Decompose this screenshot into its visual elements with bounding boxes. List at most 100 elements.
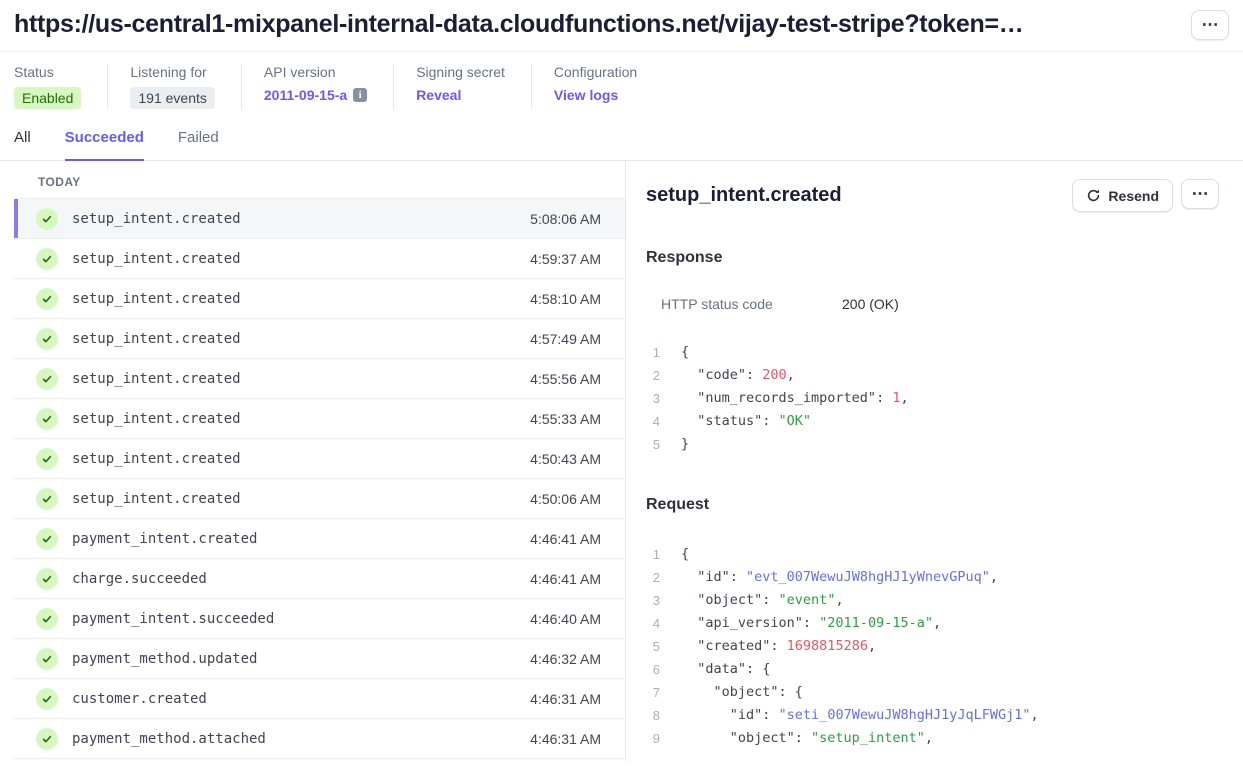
code-line: 1{ [646,543,1219,566]
success-check-icon [36,408,58,430]
code-line: 3 "object": "event", [646,589,1219,612]
summary-item-link[interactable]: Reveal [416,87,461,103]
event-list: setup_intent.created5:08:06 AMsetup_inte… [14,199,625,759]
main-content: TODAY setup_intent.created5:08:06 AMsetu… [0,161,1243,761]
event-time: 4:46:31 AM [530,691,601,707]
event-detail-title: setup_intent.created [646,184,842,207]
resend-refresh-icon [1086,188,1101,203]
success-check-icon [36,208,58,230]
line-number: 3 [646,387,660,410]
line-number: 4 [646,612,660,635]
code-line: 4 "status": "OK" [646,410,1219,433]
success-check-icon [36,368,58,390]
summary-item-label: Configuration [554,64,637,80]
line-number: 1 [646,341,660,364]
event-row[interactable]: payment_method.attached4:46:31 AM [14,719,625,759]
summary-item-listening-for: Listening for191 events [107,64,241,109]
event-time: 4:46:41 AM [530,531,601,547]
event-name: setup_intent.created [72,291,241,307]
response-code-block: 1{2 "code": 200,3 "num_records_imported"… [646,341,1219,456]
tab-failed[interactable]: Failed [178,129,219,161]
summary-item-label: Status [14,64,81,80]
event-name: setup_intent.created [72,451,241,467]
event-name: charge.succeeded [72,571,207,587]
code-line: 1{ [646,341,1219,364]
success-check-icon [36,648,58,670]
event-row[interactable]: setup_intent.created 4:50:43 AM [14,439,625,479]
event-time: 4:50:43 AM [530,451,601,467]
summary-item-label: Signing secret [416,64,505,80]
code-line: 7 "object": { [646,681,1219,704]
event-name: setup_intent.created [72,411,241,427]
event-name: setup_intent.created [72,491,241,507]
event-row[interactable]: setup_intent.created5:08:06 AM [14,199,625,239]
line-number: 3 [646,589,660,612]
code-line: 2 "id": "evt_007WewuJW8hgHJ1yWnevGPuq", [646,566,1219,589]
summary-item-link[interactable]: View logs [554,87,618,103]
event-row[interactable]: payment_intent.created 4:46:41 AM [14,519,625,559]
line-number: 9 [646,727,660,750]
event-row[interactable]: setup_intent.created 4:55:33 AM [14,399,625,439]
resend-button[interactable]: Resend [1072,179,1173,212]
event-time: 4:55:33 AM [530,411,601,427]
http-status-label: HTTP status code [661,296,842,312]
tab-all[interactable]: All [14,129,31,161]
event-row[interactable]: setup_intent.created4:57:49 AM [14,319,625,359]
summary-item-api-version: API version 2011-09-15-a i [241,64,393,109]
event-time: 4:50:06 AM [530,491,601,507]
success-check-icon [36,608,58,630]
success-check-icon [36,528,58,550]
code-line: 5} [646,433,1219,456]
info-icon[interactable]: i [353,88,367,102]
line-number: 2 [646,364,660,387]
event-row[interactable]: charge.succeeded 4:46:41 AM [14,559,625,599]
event-filter-tabs: All Succeeded Failed [0,123,1243,161]
line-number: 6 [646,658,660,681]
code-line: 9 "object": "setup_intent", [646,727,1219,750]
code-line: 8 "id": "seti_007WewuJW8hgHJ1yJqLFWGj1", [646,704,1219,727]
line-number: 7 [646,681,660,704]
webhook-endpoint-url-title: https://us-central1-mixpanel-internal-da… [14,10,1023,39]
request-code-block: 1{2 "id": "evt_007WewuJW8hgHJ1yWnevGPuq"… [646,543,1219,750]
event-name: setup_intent.created [72,211,241,227]
event-name: setup_intent.created [72,371,241,387]
detail-more-button[interactable]: ⋯ [1181,179,1219,209]
success-check-icon [36,288,58,310]
summary-item-status: StatusEnabled [14,64,107,109]
success-check-icon [36,728,58,750]
http-status-value: 200 (OK) [842,296,899,312]
event-detail-panel: setup_intent.created Resend ⋯ Response H… [626,161,1243,761]
event-time: 4:58:10 AM [530,291,601,307]
code-line: 2 "code": 200, [646,364,1219,387]
code-line: 5 "created": 1698815286, [646,635,1219,658]
summary-item-label: API version [264,64,367,80]
event-name: payment_intent.created [72,531,257,547]
line-number: 4 [646,410,660,433]
event-time: 4:46:32 AM [530,651,601,667]
event-list-panel: TODAY setup_intent.created5:08:06 AMsetu… [0,161,626,761]
event-group-header: TODAY [14,161,625,199]
line-number: 8 [646,704,660,727]
success-check-icon [36,328,58,350]
line-number: 5 [646,433,660,456]
header-more-button[interactable]: ⋯ [1191,10,1229,40]
summary-item-badge: 191 events [130,87,215,109]
event-time: 4:59:37 AM [530,251,601,267]
event-row[interactable]: setup_intent.created 4:58:10 AM [14,279,625,319]
event-row[interactable]: payment_intent.succeeded4:46:40 AM [14,599,625,639]
line-number: 2 [646,566,660,589]
event-time: 4:55:56 AM [530,371,601,387]
code-line: 3 "num_records_imported": 1, [646,387,1219,410]
event-time: 4:46:41 AM [530,571,601,587]
tab-succeeded[interactable]: Succeeded [65,129,144,161]
success-check-icon [36,248,58,270]
event-name: setup_intent.created [72,331,241,347]
event-row[interactable]: setup_intent.created 4:59:37 AM [14,239,625,279]
line-number: 5 [646,635,660,658]
event-row[interactable]: payment_method.updated4:46:32 AM [14,639,625,679]
summary-item-link[interactable]: 2011-09-15-a [264,87,347,103]
event-row[interactable]: setup_intent.created 4:55:56 AM [14,359,625,399]
event-row[interactable]: setup_intent.created 4:50:06 AM [14,479,625,519]
event-name: setup_intent.created [72,251,241,267]
event-row[interactable]: customer.created4:46:31 AM [14,679,625,719]
